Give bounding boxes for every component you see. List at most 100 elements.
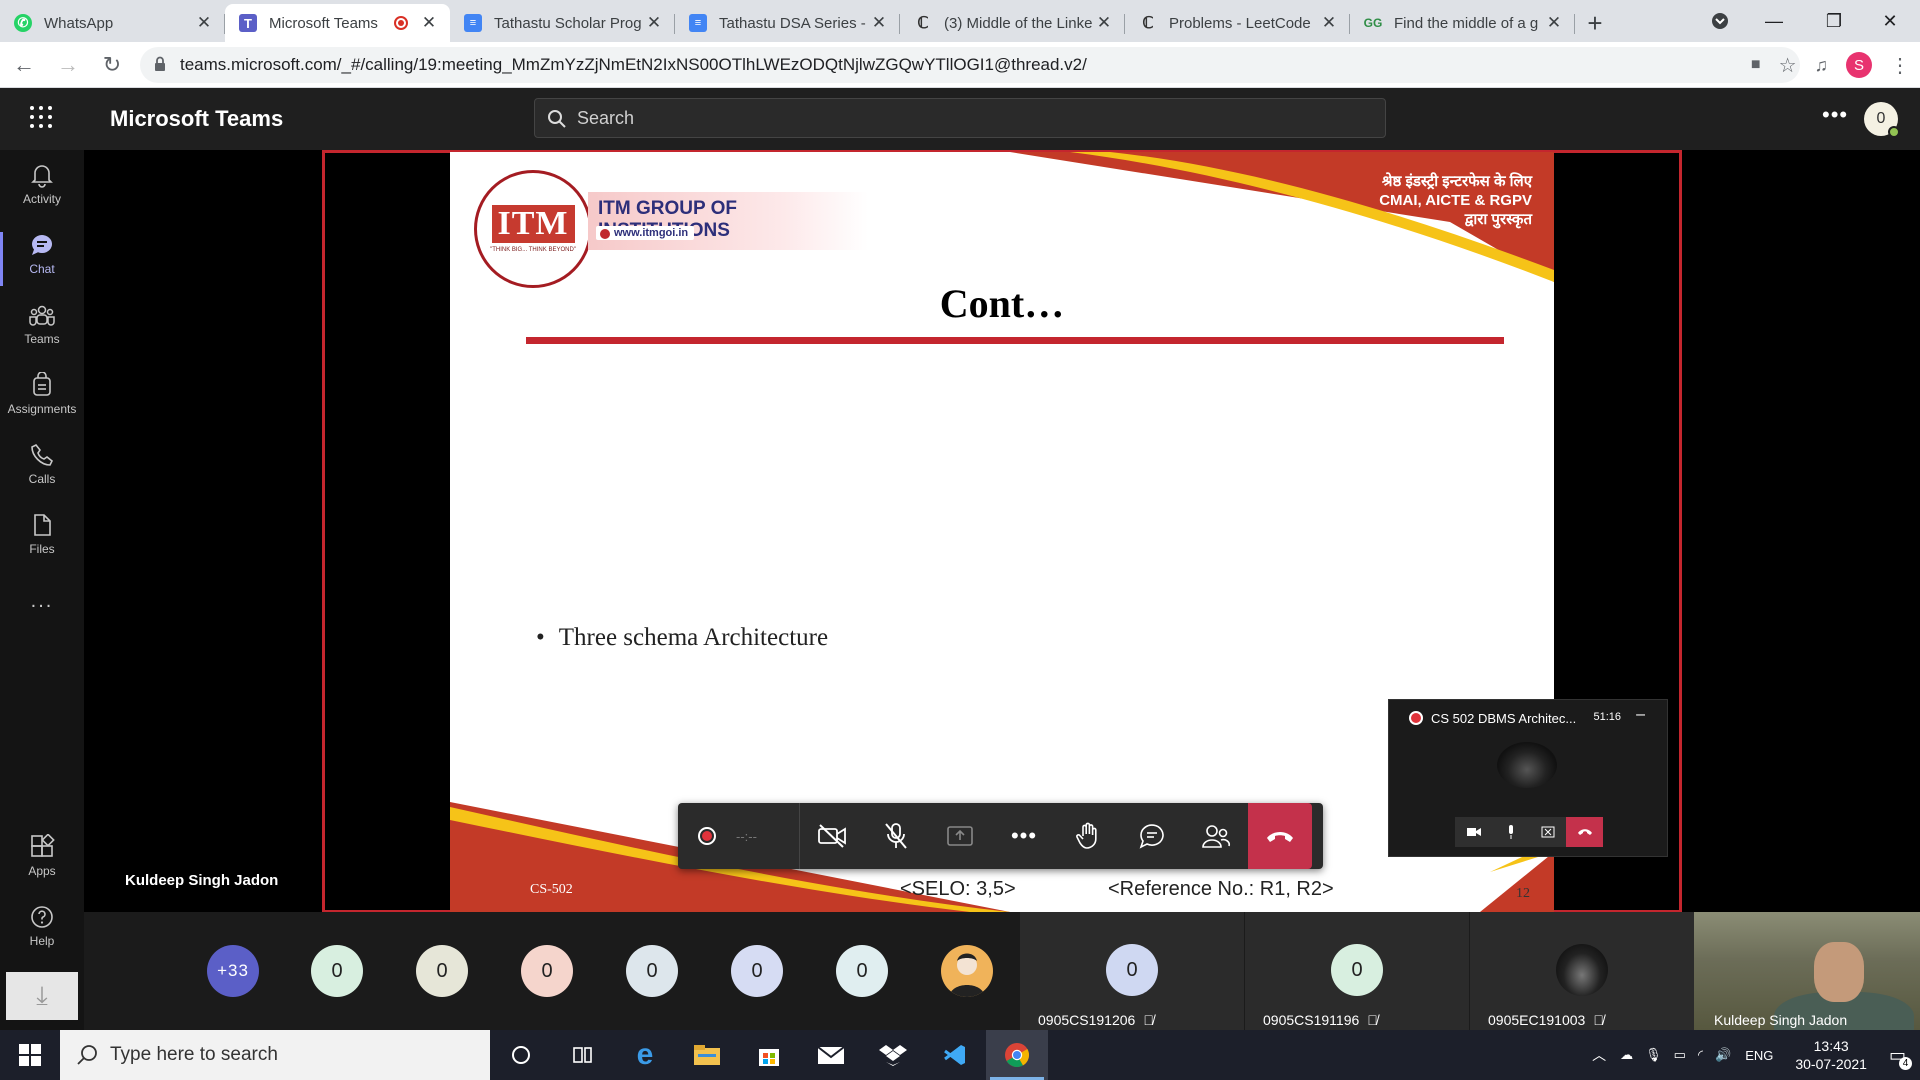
participants-button[interactable] xyxy=(1184,803,1248,869)
raise-hand-button[interactable] xyxy=(1056,803,1120,869)
url-field[interactable]: teams.microsoft.com/_#/calling/19:meetin… xyxy=(140,47,1800,83)
bookmark-star-icon[interactable]: ☆ xyxy=(1779,53,1797,78)
chrome-icon[interactable] xyxy=(986,1030,1048,1080)
participant-tile[interactable]: 0 0905CS191206 🎙̸ xyxy=(1020,912,1244,1030)
participant-tile[interactable]: 0 0905CS191196 🎙̸ xyxy=(1245,912,1469,1030)
meeting-duration: 51:16 xyxy=(1593,711,1621,723)
close-icon[interactable]: ✕ xyxy=(1320,13,1338,33)
close-icon[interactable]: ✕ xyxy=(195,13,213,33)
tab-tathastu-dsa[interactable]: ≡ Tathastu DSA Series - ✕ xyxy=(675,4,900,42)
rail-item-activity[interactable]: Activity xyxy=(0,162,84,206)
docs-icon: ≡ xyxy=(464,14,482,32)
participant-video-tile[interactable]: Kuldeep Singh Jadon xyxy=(1694,912,1920,1030)
participant-avatar[interactable]: 0 xyxy=(521,945,573,997)
camera-icon[interactable] xyxy=(1455,817,1492,847)
more-participants-badge[interactable]: +33 xyxy=(207,945,259,997)
rail-item-apps[interactable]: Apps xyxy=(0,834,84,878)
microphone-icon[interactable]: 🎙 xyxy=(1645,1047,1662,1063)
more-options-icon[interactable]: ••• xyxy=(1822,102,1848,128)
profile-avatar[interactable]: S xyxy=(1846,52,1872,78)
tab-leetcode-problems[interactable]: ℂ Problems - LeetCode ✕ xyxy=(1125,4,1350,42)
tab-gfg-middle[interactable]: GG Find the middle of a g ✕ xyxy=(1350,4,1575,42)
tab-microsoft-teams[interactable]: T Microsoft Teams ✕ xyxy=(225,4,450,42)
stop-share-icon[interactable] xyxy=(1529,817,1566,847)
onedrive-icon[interactable]: ☁ xyxy=(1620,1047,1633,1063)
hang-up-button[interactable] xyxy=(1248,803,1312,869)
reload-icon[interactable]: ↻ xyxy=(92,45,132,85)
media-control-icon[interactable]: ♫ xyxy=(1815,55,1829,76)
clock-date: 30-07-2021 xyxy=(1795,1056,1867,1072)
call-mini-window[interactable]: CS 502 DBMS Architec... 51:16 – xyxy=(1388,699,1668,857)
close-icon[interactable]: ✕ xyxy=(645,13,663,33)
rail-item-calls[interactable]: Calls xyxy=(0,442,84,486)
download-icon[interactable]: ⤓ xyxy=(6,972,78,1020)
meeting-chat-button[interactable] xyxy=(1120,803,1184,869)
close-icon[interactable]: ✕ xyxy=(1095,13,1113,33)
task-view-icon[interactable] xyxy=(552,1030,614,1080)
rail-item-chat[interactable]: Chat xyxy=(0,232,84,286)
reference-number: <Reference No.: R1, R2> xyxy=(1108,878,1334,900)
more-actions-icon[interactable]: ••• xyxy=(992,803,1056,869)
close-icon[interactable]: ✕ xyxy=(420,13,438,33)
tab-search-icon[interactable] xyxy=(1690,0,1750,42)
rail-item-files[interactable]: Files xyxy=(0,512,84,556)
participant-avatar[interactable]: 0 xyxy=(416,945,468,997)
hang-up-icon[interactable] xyxy=(1566,817,1603,847)
participant-photo-avatar[interactable] xyxy=(941,945,993,997)
clock[interactable]: 13:43 30-07-2021 xyxy=(1795,1037,1867,1073)
close-icon[interactable]: ✕ xyxy=(1545,13,1563,33)
participant-tile[interactable]: 0905EC191003 🎙̸ xyxy=(1470,912,1694,1030)
tray-overflow-icon[interactable]: ︿ xyxy=(1592,1045,1606,1065)
dropbox-icon[interactable] xyxy=(862,1030,924,1080)
user-avatar[interactable]: 0 xyxy=(1864,102,1900,138)
rail-label: Files xyxy=(29,542,55,556)
tab-tathastu-scholar[interactable]: ≡ Tathastu Scholar Prog ✕ xyxy=(450,4,675,42)
rail-item-assignments[interactable]: Assignments xyxy=(0,372,84,416)
language-indicator[interactable]: ENG xyxy=(1745,1048,1773,1063)
restore-window-icon[interactable]: ❐ xyxy=(1804,0,1864,42)
tab-title: Tathastu Scholar Prog xyxy=(494,14,642,32)
edge-icon[interactable]: e xyxy=(614,1030,676,1080)
chrome-menu-icon[interactable]: ⋮ xyxy=(1890,53,1910,78)
minimize-icon[interactable]: – xyxy=(1636,706,1645,724)
close-window-icon[interactable]: ✕ xyxy=(1860,0,1920,42)
participant-avatar: 0 xyxy=(1106,944,1158,996)
windows-start-icon[interactable] xyxy=(0,1030,60,1080)
wifi-icon[interactable]: ◜ xyxy=(1698,1047,1703,1063)
mic-muted-button[interactable] xyxy=(864,803,928,869)
participant-avatar[interactable]: 0 xyxy=(731,945,783,997)
participant-name: 0905EC191003 xyxy=(1488,1012,1586,1028)
vscode-icon[interactable] xyxy=(924,1030,986,1080)
camera-in-use-icon[interactable]: ■ xyxy=(1751,56,1761,74)
cortana-icon[interactable] xyxy=(490,1030,552,1080)
rail-item-teams[interactable]: Teams xyxy=(0,302,84,346)
mic-icon[interactable] xyxy=(1492,817,1529,847)
minimize-window-icon[interactable]: — xyxy=(1744,0,1804,42)
rail-item-help[interactable]: Help xyxy=(0,904,84,948)
windows-search-input[interactable]: Type here to search xyxy=(60,1030,490,1080)
mail-icon[interactable] xyxy=(800,1030,862,1080)
notifications-icon[interactable]: ▭ 4 xyxy=(1889,1045,1912,1070)
rail-label: Activity xyxy=(22,192,61,206)
volume-icon[interactable]: 🔊 xyxy=(1715,1047,1731,1063)
participant-avatar[interactable]: 0 xyxy=(836,945,888,997)
store-icon[interactable] xyxy=(738,1030,800,1080)
battery-icon[interactable]: ▭ xyxy=(1674,1047,1686,1063)
participant-avatar[interactable]: 0 xyxy=(626,945,678,997)
participant-avatar[interactable]: 0 xyxy=(311,945,363,997)
mic-muted-icon: 🎙̸ xyxy=(1367,1012,1378,1028)
file-explorer-icon[interactable] xyxy=(676,1030,738,1080)
people-icon xyxy=(1202,825,1231,848)
recording-indicator[interactable]: --:-- xyxy=(678,803,800,869)
share-screen-button[interactable] xyxy=(928,803,992,869)
close-icon[interactable]: ✕ xyxy=(870,13,888,33)
forward-icon[interactable]: → xyxy=(48,45,88,85)
tab-whatsapp[interactable]: ✆ WhatsApp ✕ xyxy=(0,4,225,42)
search-input[interactable]: Search xyxy=(534,98,1386,138)
more-apps-icon[interactable]: ... xyxy=(0,590,84,613)
camera-off-button[interactable] xyxy=(800,803,864,869)
back-icon[interactable]: ← xyxy=(4,45,44,85)
new-tab-button[interactable]: + xyxy=(1575,4,1615,42)
tab-leetcode-middle[interactable]: ℂ (3) Middle of the Linke ✕ xyxy=(900,4,1125,42)
app-launcher-icon[interactable] xyxy=(30,106,54,130)
